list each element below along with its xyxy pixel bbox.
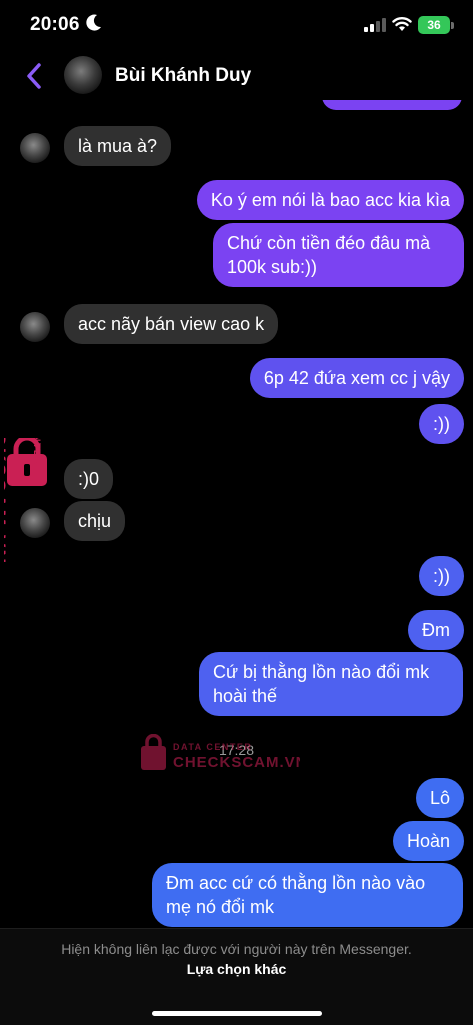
outgoing-message[interactable]: Đm acc cứ có thằng lồn nào vào mẹ nó đổi… [152, 863, 463, 927]
outgoing-message[interactable]: Chứ còn tiền đéo đâu mà 100k sub:)) [213, 223, 464, 287]
wifi-icon [392, 17, 412, 31]
status-bar: 20:06 36 [0, 0, 473, 52]
watermark-logo-center: DATA CENTER CHECKSCAM.VN [141, 734, 300, 771]
watermark-title: CHECKSCAM.VN [4, 438, 8, 565]
battery-tip [451, 22, 454, 29]
lock-icon [141, 734, 166, 770]
contact-name[interactable]: Bùi Khánh Duy [115, 65, 251, 87]
signal-icon [364, 18, 386, 32]
outgoing-message[interactable]: :)) [419, 404, 464, 444]
battery-level: 36 [427, 18, 441, 32]
battery-icon: 36 [418, 16, 450, 34]
composer-footer: Hiện không liên lạc được với người này t… [0, 928, 473, 1025]
moon-icon [86, 14, 101, 31]
outgoing-message[interactable]: Lô [415, 778, 464, 818]
outgoing-message[interactable]: Ko ý em nói là bao acc kia kìa [196, 180, 464, 220]
incoming-message[interactable]: là mua à? [64, 126, 172, 166]
message-list[interactable]: là mua à? Ko ý em nói là bao acc kia kìa… [0, 100, 473, 928]
back-arrow-icon[interactable] [24, 62, 44, 90]
home-indicator[interactable] [152, 1011, 322, 1016]
watermark-subtitle: DATA CENTER [32, 438, 42, 465]
chat-header: Bùi Khánh Duy [0, 52, 473, 100]
incoming-message[interactable]: :)0 [64, 459, 114, 499]
watermark-logo: CHECKSCAM.VN DATA CENTER [4, 438, 47, 565]
outgoing-message[interactable]: Hoàn [392, 821, 464, 861]
outgoing-message[interactable]: Cứ bị thằng lồn nào đổi mk hoài thế [199, 652, 463, 716]
incoming-message[interactable]: chịu [64, 501, 126, 541]
watermark-title: CHECKSCAM.VN [173, 754, 300, 771]
other-options-button[interactable]: Lựa chọn khác [0, 961, 473, 977]
outgoing-message[interactable]: :)) [419, 556, 464, 596]
incoming-message[interactable]: acc nãy bán view cao k [64, 304, 279, 344]
previous-message-bubble[interactable] [322, 100, 462, 110]
outgoing-message[interactable]: Đm [408, 610, 464, 650]
contact-avatar-small [20, 312, 50, 342]
outgoing-message[interactable]: 6p 42 đứa xem cc j vậy [249, 358, 464, 398]
status-time: 20:06 [30, 14, 80, 35]
contact-avatar[interactable] [64, 56, 102, 94]
unavailable-notice: Hiện không liên lạc được với người này t… [61, 941, 412, 957]
watermark-subtitle: DATA CENTER [173, 742, 252, 752]
contact-avatar-small [20, 133, 50, 163]
